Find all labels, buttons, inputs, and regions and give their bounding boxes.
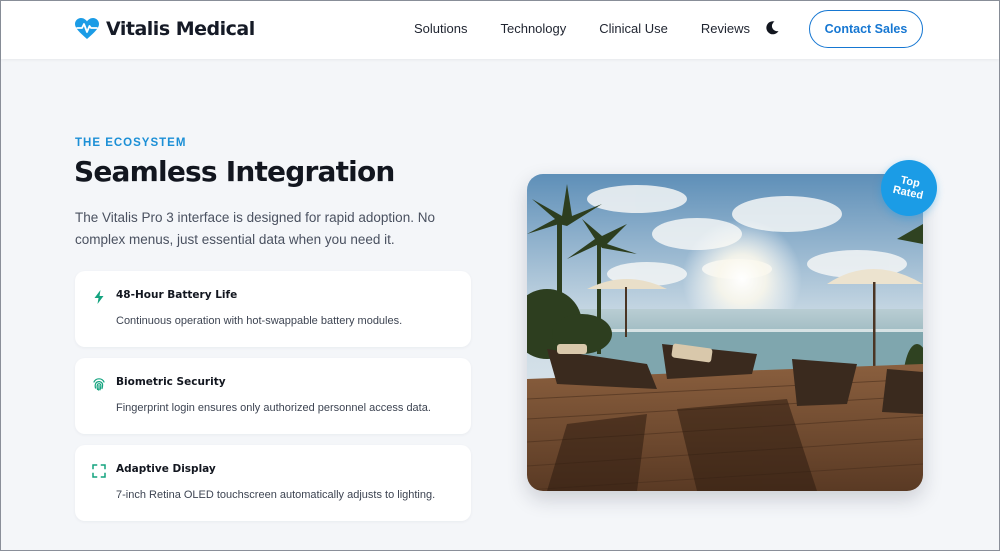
pool-deck-illustration [527, 174, 923, 491]
feature-text: Fingerprint login ensures only authorize… [116, 402, 431, 414]
feature-title: Adaptive Display [116, 463, 216, 475]
main-nav: Solutions Technology Clinical Use Review… [414, 21, 783, 36]
nav-reviews[interactable]: Reviews [701, 21, 750, 36]
feature-card-battery: 48-Hour Battery Life Continuous operatio… [75, 271, 471, 347]
feature-title: 48-Hour Battery Life [116, 289, 238, 301]
brand-name: Vitalis Medical [106, 18, 255, 40]
heart-pulse-icon [75, 18, 99, 39]
brand-logo[interactable]: Vitalis Medical [74, 15, 255, 43]
theme-toggle-button[interactable] [764, 20, 780, 36]
feature-title: Biometric Security [116, 376, 226, 388]
site-header: Vitalis Medical Solutions Technology Cli… [1, 1, 999, 59]
feature-card-biometric: Biometric Security Fingerprint login ens… [75, 358, 471, 434]
section-description: The Vitalis Pro 3 interface is designed … [75, 210, 435, 247]
feature-card-display: Adaptive Display 7-inch Retina OLED touc… [75, 445, 471, 521]
feature-text: 7-inch Retina OLED touchscreen automatic… [116, 489, 436, 501]
nav-solutions[interactable]: Solutions [414, 21, 467, 36]
resort-pool-photo [527, 174, 923, 491]
section-eyebrow: THE ECOSYSTEM [75, 137, 187, 149]
moon-icon [766, 21, 779, 35]
lightning-bolt-icon [94, 290, 104, 304]
contact-sales-button[interactable]: Contact Sales [809, 10, 923, 48]
expand-icon [92, 464, 106, 478]
nav-technology[interactable]: Technology [500, 21, 566, 36]
nav-clinical-use[interactable]: Clinical Use [599, 21, 668, 36]
feature-text: Continuous operation with hot-swappable … [116, 315, 403, 327]
fingerprint-icon [93, 378, 105, 391]
section-title: Seamless Integration [74, 155, 395, 188]
